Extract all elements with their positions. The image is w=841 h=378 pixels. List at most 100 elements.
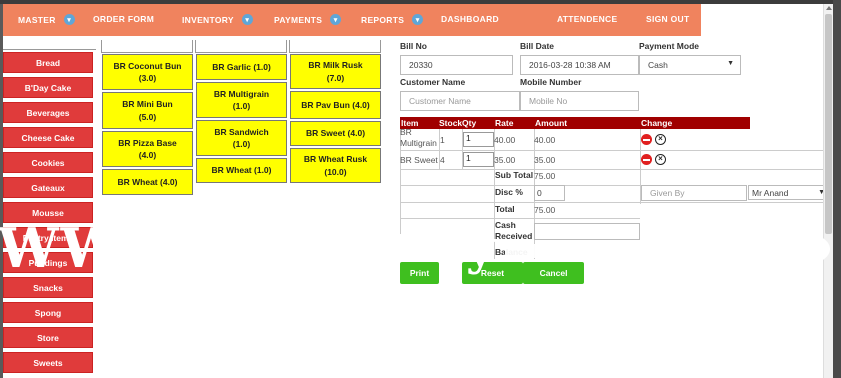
category-cheese-cake[interactable]: Cheese Cake (3, 127, 93, 148)
total-value: 75.00 (534, 205, 556, 215)
nav-label: PAYMENTS (274, 14, 323, 25)
product-tile[interactable]: BR Coconut Bun (3.0) (102, 54, 193, 90)
product-price: (4.0) (347, 128, 366, 139)
product-tile[interactable]: BR Multigrain (1.0) (196, 82, 287, 118)
product-price: (1.0) (253, 61, 271, 72)
grid-line (400, 169, 824, 170)
nav-master[interactable]: MASTER ▾ (18, 14, 75, 25)
category-gateaux[interactable]: Gateaux (3, 177, 93, 198)
total-label: Total (495, 204, 515, 214)
chevron-down-icon[interactable]: ▾ (241, 14, 253, 25)
product-tile[interactable]: BR Wheat (1.0) (196, 158, 287, 183)
qty-input[interactable]: 1 (463, 152, 494, 167)
balance-label: Balance (495, 247, 528, 257)
category-sidebar: Bread B'Day Cake Beverages Cheese Cake C… (3, 52, 96, 377)
discount-label: Disc % (495, 187, 523, 197)
staff-value: Mr Anand (752, 187, 789, 198)
grid-line (400, 202, 824, 203)
bill-date-field[interactable]: 2016-03-28 10:38 AM (520, 55, 639, 75)
category-mousse[interactable]: Mousse (3, 202, 93, 223)
chevron-down-icon[interactable]: ▾ (412, 14, 424, 25)
category-beverages[interactable]: Beverages (3, 102, 93, 123)
product-tile[interactable]: BR Mini Bun (5.0) (102, 92, 193, 129)
nav-order-form[interactable]: ORDER FORM (93, 14, 154, 24)
grid-line (400, 185, 640, 186)
product-name: BR Mini Bun (122, 99, 173, 110)
nav-reports[interactable]: REPORTS ▾ (361, 14, 424, 25)
category-sweets[interactable]: Sweets (3, 352, 93, 373)
nav-label: ATTENDENCE (557, 14, 618, 24)
close-icon[interactable]: × (655, 154, 666, 165)
nav-label: SIGN OUT (646, 14, 690, 24)
grid-line (400, 218, 640, 219)
category-puddings[interactable]: Puddings (3, 252, 93, 273)
product-tile[interactable]: BR Wheat Rusk (10.0) (290, 148, 381, 183)
nav-sign-out[interactable]: SIGN OUT (646, 14, 690, 24)
product-price: (5.0) (138, 111, 157, 122)
pos-app: MASTER ▾ ORDER FORM INVENTORY ▾ PAYMENTS… (3, 4, 833, 378)
qty-input[interactable]: 1 (463, 132, 494, 147)
nav-dashboard[interactable]: DASHBOARD (441, 14, 499, 24)
delete-icon[interactable] (641, 134, 652, 145)
reset-button[interactable]: Reset (462, 262, 523, 284)
given-by-input[interactable]: Given By (641, 185, 747, 201)
chevron-down-icon[interactable]: ▾ (63, 14, 75, 25)
row-amount: 35.00 (534, 155, 556, 165)
cancel-button[interactable]: Cancel (523, 262, 584, 284)
product-tile[interactable]: BR Wheat (4.0) (102, 169, 193, 195)
col-rate: Rate (495, 118, 514, 128)
category-store[interactable]: Store (3, 327, 93, 348)
print-button[interactable]: Print (400, 262, 439, 284)
product-name: BR Milk Rusk (308, 60, 363, 71)
product-name: BR Coconut Bun (113, 60, 182, 71)
product-tile[interactable]: BR Pizza Base (4.0) (102, 131, 193, 167)
bill-no-field[interactable]: 20330 (400, 55, 513, 75)
product-column-header (101, 40, 193, 53)
nav-attendence[interactable]: ATTENDENCE (557, 14, 617, 24)
cash-received-input[interactable] (534, 223, 640, 240)
product-tile[interactable]: BR Garlic (1.0) (196, 54, 287, 80)
bill-date-label: Bill Date (520, 41, 555, 51)
product-tile[interactable]: BR Pav Bun (4.0) (290, 91, 381, 119)
product-tile[interactable]: BR Sweet (4.0) (290, 121, 381, 146)
nav-payments[interactable]: PAYMENTS ▾ (274, 14, 342, 25)
nav-label: ORDER FORM (93, 14, 155, 24)
sidebar-header (3, 40, 96, 50)
category-pastry-items[interactable]: Pastry Items (3, 227, 93, 248)
chevron-down-icon[interactable]: ▾ (330, 14, 342, 25)
row-rate: 40.00 (494, 135, 516, 145)
page-scrollbar[interactable] (823, 4, 833, 378)
discount-input[interactable]: 0 (534, 185, 565, 201)
category-snacks[interactable]: Snacks (3, 277, 93, 298)
close-icon[interactable]: × (655, 134, 666, 145)
product-tile[interactable]: BR Milk Rusk (7.0) (290, 54, 381, 89)
product-name: BR Pav Bun (301, 99, 350, 110)
product-name: BR Sweet (305, 128, 346, 139)
customer-name-label: Customer Name (400, 77, 466, 87)
scroll-thumb[interactable] (825, 14, 832, 234)
product-price: (10.0) (324, 166, 347, 177)
row-rate: 35.00 (494, 155, 516, 165)
product-name: BR Wheat Rusk (303, 154, 368, 165)
category-bread[interactable]: Bread (3, 52, 93, 73)
category-spong[interactable]: Spong (3, 302, 93, 323)
product-tile[interactable]: BR Sandwich (1.0) (196, 120, 287, 156)
scroll-up-arrow-icon[interactable] (826, 6, 832, 10)
product-price: (4.0) (160, 176, 178, 187)
row-amount: 40.00 (534, 135, 556, 145)
payment-mode-select[interactable]: Cash ▼ (639, 55, 741, 75)
product-name: BR Pizza Base (118, 137, 177, 148)
product-column-header (195, 40, 287, 53)
mobile-number-input[interactable]: Mobile No (520, 91, 639, 111)
customer-name-input[interactable]: Customer Name (400, 91, 520, 111)
category-bday-cake[interactable]: B'Day Cake (3, 77, 93, 98)
delete-icon[interactable] (641, 154, 652, 165)
product-name: BR Garlic (212, 61, 251, 72)
staff-select[interactable]: Mr Anand ▼ (748, 185, 829, 200)
grid-line (400, 150, 824, 151)
category-cookies[interactable]: Cookies (3, 152, 93, 173)
bill-no-label: Bill No (400, 41, 427, 51)
top-nav: MASTER ▾ ORDER FORM INVENTORY ▾ PAYMENTS… (3, 4, 701, 36)
nav-inventory[interactable]: INVENTORY ▾ (182, 14, 253, 25)
product-price: (4.0) (352, 99, 370, 110)
